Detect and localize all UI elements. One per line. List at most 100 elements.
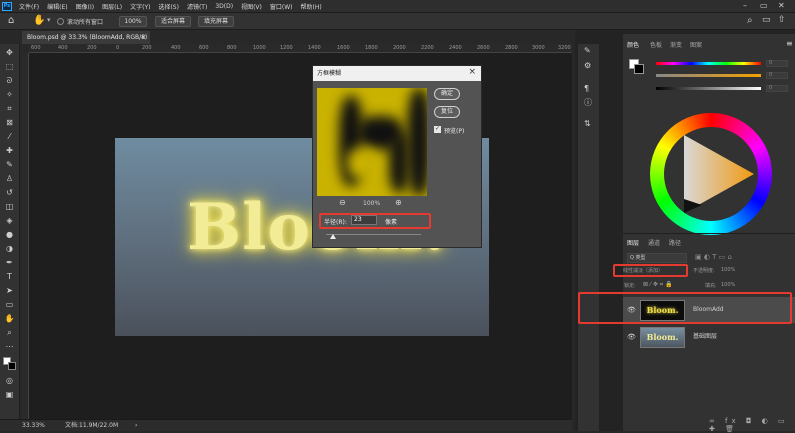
menu-help[interactable]: 帮助(H) [297, 2, 326, 11]
ruler-tick: 200 [142, 45, 152, 51]
minimize-icon[interactable]: – [743, 1, 747, 10]
workspace-icon[interactable]: ▭ [762, 15, 771, 25]
dialog-close-icon[interactable]: × [468, 67, 476, 77]
tab-color[interactable]: 颜色 [627, 40, 639, 49]
hand-tool-icon: ✋ [33, 15, 46, 26]
status-arrow-icon[interactable]: › [135, 420, 137, 431]
fit-screen-button[interactable]: 适合屏幕 [155, 16, 191, 27]
layer-row-base[interactable]: 👁 Bloom. 基础图层 [623, 324, 795, 350]
info-icon[interactable]: ⓘ [584, 97, 592, 108]
document-tab[interactable]: Bloom.psd @ 33.3% (BloomAdd, RGB/8) × [22, 31, 150, 44]
blend-mode-select[interactable]: 线性减淡（添加） [623, 267, 663, 274]
menu-filter[interactable]: 滤镜(T) [183, 2, 211, 11]
zoom-100-button[interactable]: 100% [119, 16, 147, 27]
fill-screen-button[interactable]: 填充屏幕 [198, 16, 234, 27]
color-wheel[interactable] [650, 113, 772, 235]
close-window-icon[interactable]: ✕ [778, 1, 785, 10]
box-blur-dialog: 方框模糊 × 确定 复位 ✓ 预览(P) ⊖ 100% ⊕ 半径(R): 23 … [312, 65, 482, 248]
eraser-tool-icon[interactable]: ◫ [4, 202, 15, 211]
blur-tool-icon[interactable]: ● [4, 230, 15, 239]
home-icon[interactable]: ⌂ [8, 15, 14, 26]
history-brush-icon[interactable]: ↺ [4, 188, 15, 197]
menu-file[interactable]: 文件(F) [15, 2, 43, 11]
panel-icon-strip: ✎ ⚙ ¶ ⓘ ⇅ [578, 44, 600, 431]
marquee-tool-icon[interactable]: ⬚ [4, 62, 15, 71]
tab-paths[interactable]: 路径 [669, 238, 681, 247]
color-triangle[interactable] [650, 113, 772, 235]
layer-filter-input[interactable]: Q 类型 [627, 253, 687, 263]
brush-settings-icon[interactable]: ✎ [584, 46, 591, 55]
magic-wand-tool-icon[interactable]: ✧ [4, 90, 15, 99]
more-tools-icon[interactable]: ⋯ [4, 342, 15, 351]
hue-slider[interactable] [656, 62, 761, 65]
layer-name[interactable]: 基础图层 [693, 324, 717, 350]
menu-edit[interactable]: 编辑(E) [43, 2, 71, 11]
tab-gradients[interactable]: 渐变 [670, 40, 682, 49]
color-layers-panels: 颜色 色板 渐变 图案 ≡ 0 0 0 图层 通道 路径 Q 类型 ▣ ◐ T … [578, 34, 795, 433]
preview-checkbox[interactable]: ✓ [434, 126, 441, 133]
frame-tool-icon[interactable]: ⊠ [4, 118, 15, 127]
radius-slider-thumb[interactable] [330, 234, 336, 239]
filter-icons[interactable]: ▣ ◐ T ▭ ⌂ [695, 253, 732, 261]
hand-icon[interactable]: ✋ [4, 314, 15, 323]
pen-tool-icon[interactable]: ✒ [4, 258, 15, 267]
brightness-slider[interactable] [656, 87, 761, 90]
panel-menu-icon[interactable]: ≡ [786, 39, 793, 48]
search-icon[interactable]: ⌕ [747, 15, 753, 26]
menu-image[interactable]: 图像(I) [72, 2, 98, 11]
paragraph-icon[interactable]: ¶ [584, 84, 589, 93]
scroll-all-checkbox[interactable] [57, 18, 64, 25]
zoom-out-icon[interactable]: ⊖ [339, 198, 346, 207]
menu-view[interactable]: 视图(V) [237, 2, 266, 11]
menu-window[interactable]: 窗口(W) [266, 2, 297, 11]
tab-swatches[interactable]: 色板 [650, 40, 662, 49]
menu-select[interactable]: 选择(S) [154, 2, 183, 11]
maximize-icon[interactable]: ▭ [760, 1, 768, 10]
menu-3d[interactable]: 3D(D) [211, 3, 237, 10]
stamp-tool-icon[interactable]: ♙ [4, 174, 15, 183]
crop-tool-icon[interactable]: ⌗ [4, 104, 15, 113]
healing-brush-icon[interactable]: ✚ [4, 146, 15, 155]
brightness-value[interactable]: 0 [766, 85, 788, 92]
dodge-tool-icon[interactable]: ◑ [4, 244, 15, 253]
brush-tool-icon[interactable]: ✎ [4, 160, 15, 169]
path-select-icon[interactable]: ➤ [4, 286, 15, 295]
eye-icon[interactable]: 👁 [627, 324, 636, 350]
ok-button[interactable]: 确定 [434, 88, 460, 100]
lasso-tool-icon[interactable]: ᘐ [4, 76, 15, 85]
properties-icon[interactable]: ⇅ [584, 119, 591, 128]
tab-channels[interactable]: 通道 [648, 238, 660, 247]
zoom-level[interactable]: 33.33% [22, 420, 45, 431]
paint-bucket-icon[interactable]: ◈ [4, 216, 15, 225]
saturation-slider[interactable] [656, 74, 761, 77]
reset-button[interactable]: 复位 [434, 106, 460, 118]
radius-slider-track[interactable] [326, 234, 421, 235]
move-tool-icon[interactable]: ✥ [4, 48, 15, 57]
saturation-value[interactable]: 0 [766, 72, 788, 79]
tab-layers[interactable]: 图层 [627, 238, 639, 247]
eyedropper-tool-icon[interactable]: ⁄ [4, 132, 15, 141]
menu-layer[interactable]: 图层(L) [98, 2, 126, 11]
zoom-tool-icon[interactable]: ⌕ [4, 328, 15, 337]
zoom-in-icon[interactable]: ⊕ [395, 198, 402, 207]
opacity-value[interactable]: 100% [721, 267, 735, 273]
menu-type[interactable]: 文字(Y) [126, 2, 154, 11]
tab-patterns[interactable]: 图案 [690, 40, 702, 49]
chevron-down-icon[interactable]: ▾ [47, 16, 51, 24]
quick-mask-icon[interactable]: ◎ [4, 376, 15, 385]
background-color-chip[interactable] [634, 64, 644, 74]
close-tab-icon[interactable]: × [141, 31, 146, 44]
adjustments-icon[interactable]: ⚙ [584, 61, 591, 70]
screen-mode-icon[interactable]: ▣ [4, 390, 15, 399]
lock-icons[interactable]: ⊠ ⁄ ✥ ⌗ 🔒 [643, 281, 673, 289]
type-tool-icon[interactable]: T [4, 272, 15, 281]
fill-value[interactable]: 100% [721, 282, 735, 288]
radius-unit: 像素 [385, 219, 398, 226]
share-icon[interactable]: ⇧ [778, 15, 786, 25]
rectangle-tool-icon[interactable]: ▭ [4, 300, 15, 309]
layer-thumbnail: Bloom. [640, 327, 685, 348]
hue-value[interactable]: 0 [766, 60, 788, 67]
blur-preview[interactable] [317, 88, 427, 196]
background-color-swatch[interactable] [8, 362, 16, 370]
radius-input[interactable]: 23 [351, 215, 377, 225]
